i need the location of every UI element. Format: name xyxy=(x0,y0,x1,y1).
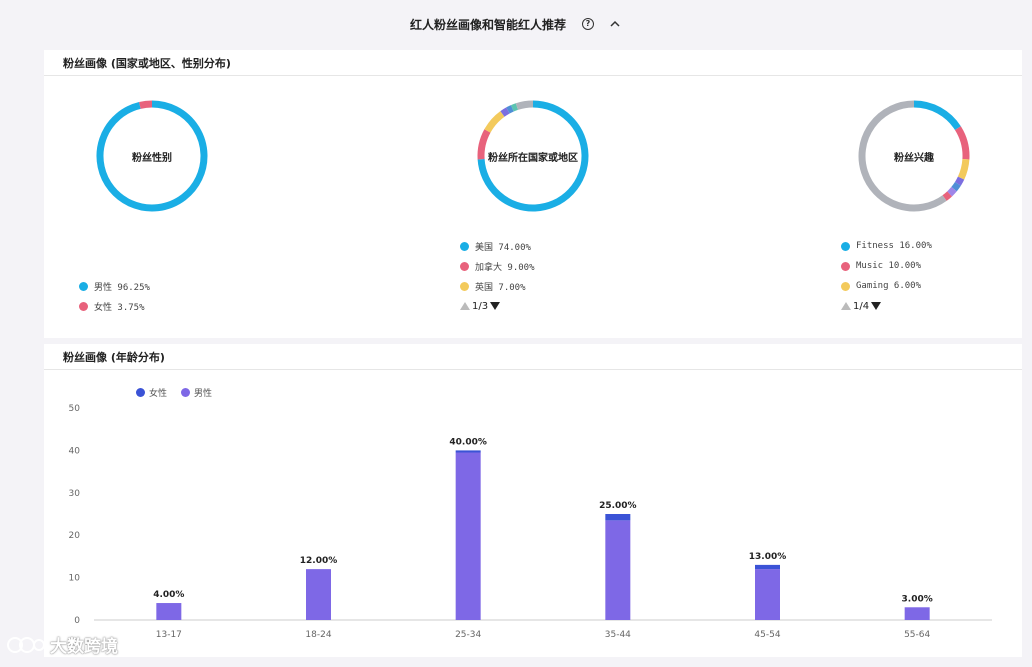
gender-legend-label: 女性 3.75% xyxy=(94,302,145,313)
section-header: 红人粉丝画像和智能红人推荐 ? xyxy=(0,0,1032,48)
y-tick-label: 50 xyxy=(69,404,81,414)
chevron-up-icon[interactable] xyxy=(608,17,622,31)
interest-donut-label: 粉丝兴趣 xyxy=(894,152,934,164)
country-legend-label: 加拿大 9.00% xyxy=(475,262,535,273)
x-tick-label: 35-44 xyxy=(605,630,631,640)
bar-value-label: 4.00% xyxy=(153,590,184,600)
page-up-icon[interactable] xyxy=(460,302,470,310)
x-tick-label: 25-34 xyxy=(455,630,481,640)
y-tick-label: 20 xyxy=(69,531,81,541)
age-panel: 粉丝画像 (年龄分布) 女性 男性 0 10 20 30 40 50 4.00% 13-17 1… xyxy=(44,344,1022,657)
interest-legend-label: Music 10.00% xyxy=(856,261,922,271)
bar-male[interactable] xyxy=(306,569,331,620)
country-dot-icon xyxy=(460,261,469,271)
gender-legend: 男性 96.25% 女性 3.75% xyxy=(79,276,150,316)
y-tick-label: 10 xyxy=(69,574,81,584)
country-legend-label: 英国 7.00% xyxy=(475,282,526,293)
country-legend-item[interactable]: 英国 7.00% xyxy=(460,276,535,296)
bar-male[interactable] xyxy=(605,520,631,620)
bar-female[interactable] xyxy=(755,564,780,570)
bar-value-label: 13.00% xyxy=(749,552,787,562)
interest-legend: Fitness 16.00% Music 10.00% Gaming 6.00%… xyxy=(841,236,932,316)
interest-dot-icon xyxy=(841,281,850,291)
bar-female[interactable] xyxy=(455,450,481,453)
bar-male[interactable] xyxy=(455,452,481,620)
watermark: 大数跨境 xyxy=(6,632,118,657)
x-tick-label: 13-17 xyxy=(156,630,182,640)
page-down-icon[interactable] xyxy=(490,302,501,310)
bar-value-label: 3.00% xyxy=(902,594,933,604)
country-legend-pager: 1/3 xyxy=(460,296,535,316)
interest-legend-item[interactable]: Gaming 6.00% xyxy=(841,276,932,296)
profile-panel-title: 粉丝画像 (国家或地区、性别分布) xyxy=(44,50,1022,76)
male-dot-icon xyxy=(79,281,88,291)
y-tick-label: 0 xyxy=(74,616,80,626)
bar-value-label: 12.00% xyxy=(300,556,338,566)
country-legend-label: 美国 74.00% xyxy=(475,242,531,253)
bar-value-label: 25.00% xyxy=(599,501,637,511)
interest-legend-item[interactable]: Music 10.00% xyxy=(841,256,932,276)
gender-legend-label: 男性 96.25% xyxy=(94,282,150,293)
country-donut-label: 粉丝所在国家或地区 xyxy=(488,152,578,164)
bar-value-label: 40.00% xyxy=(449,437,487,447)
country-legend: 美国 74.00% 加拿大 9.00% 英国 7.00% 1/3 xyxy=(460,236,535,316)
interest-legend-label: Fitness 16.00% xyxy=(856,241,932,251)
interest-legend-label: Gaming 6.00% xyxy=(856,281,922,291)
watermark-logo-icon xyxy=(7,636,45,653)
y-tick-label: 30 xyxy=(69,489,81,499)
country-dot-icon xyxy=(460,281,469,291)
interest-donut-chart[interactable]: 粉丝兴趣 xyxy=(856,98,972,214)
page-down-icon[interactable] xyxy=(871,302,882,310)
y-tick-label: 40 xyxy=(69,446,81,456)
profile-panel: 粉丝画像 (国家或地区、性别分布) 粉丝性别 男性 96.25% 女性 3.75… xyxy=(44,50,1022,338)
x-tick-label: 18-24 xyxy=(305,630,331,640)
country-legend-item[interactable]: 美国 74.00% xyxy=(460,236,535,256)
female-dot-icon xyxy=(79,301,88,311)
country-legend-item[interactable]: 加拿大 9.00% xyxy=(460,256,535,276)
gender-legend-item-male[interactable]: 男性 96.25% xyxy=(79,276,150,296)
country-dot-icon xyxy=(460,241,469,251)
gender-legend-item-female[interactable]: 女性 3.75% xyxy=(79,296,150,316)
interest-pager-text: 1/4 xyxy=(853,300,870,312)
x-tick-label: 55-64 xyxy=(904,630,930,640)
bar-male[interactable] xyxy=(156,603,182,620)
country-pager-text: 1/3 xyxy=(472,300,489,312)
interest-dot-icon xyxy=(841,261,850,271)
interest-dot-icon xyxy=(841,241,850,251)
section-title: 红人粉丝画像和智能红人推荐 xyxy=(409,17,566,32)
bar-male[interactable] xyxy=(904,607,930,620)
interest-legend-pager: 1/4 xyxy=(841,296,932,316)
interest-legend-item[interactable]: Fitness 16.00% xyxy=(841,236,932,256)
country-donut-chart[interactable]: 粉丝所在国家或地区 xyxy=(475,98,591,214)
gender-donut-chart[interactable]: 粉丝性别 xyxy=(94,98,210,214)
bar-male[interactable] xyxy=(755,569,780,620)
help-icon[interactable]: ? xyxy=(582,18,594,30)
watermark-text: 大数跨境 xyxy=(50,637,118,657)
page-up-icon[interactable] xyxy=(841,302,851,310)
age-bar-chart: 0 10 20 30 40 50 4.00% 13-17 12.00% 18-24 40.00% 25… xyxy=(69,404,992,640)
bar-female[interactable] xyxy=(605,514,631,521)
x-tick-label: 45-54 xyxy=(754,630,780,640)
gender-donut-label: 粉丝性别 xyxy=(132,152,172,164)
